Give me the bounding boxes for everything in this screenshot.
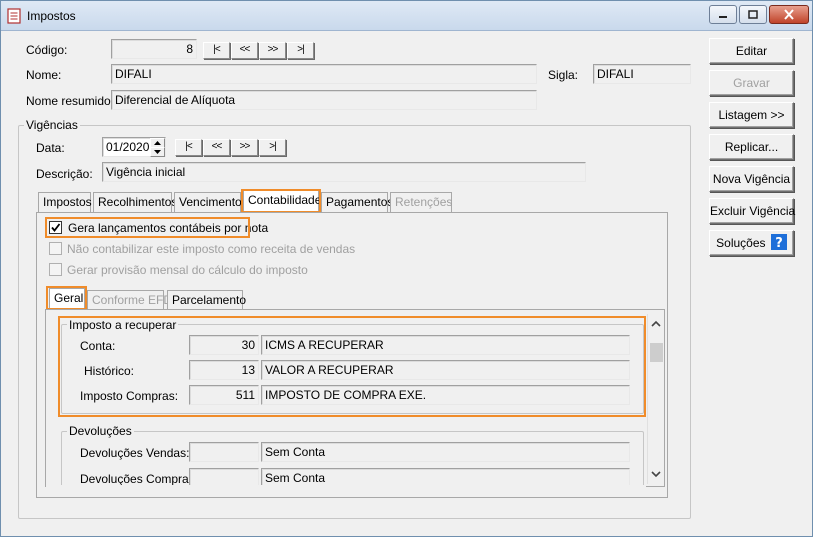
arrow-up-icon xyxy=(154,141,161,145)
tab-contabilidade[interactable]: Contabilidade xyxy=(243,190,321,212)
vigencias-title: Vigências xyxy=(24,118,80,132)
geral-scrollbar[interactable] xyxy=(647,314,664,484)
devolucoes-title: Devoluções xyxy=(67,424,134,438)
conta-label: Conta: xyxy=(80,339,116,353)
svg-text:?: ? xyxy=(775,236,783,250)
gera-lancamentos-checkbox[interactable] xyxy=(49,221,62,234)
gerar-provisao-checkbox[interactable] xyxy=(49,263,62,276)
devolucoes-vendas-code-field[interactable] xyxy=(189,442,259,462)
historico-code-field[interactable]: 13 xyxy=(189,360,259,380)
scroll-clip xyxy=(46,485,646,497)
nao-contabilizar-checkbox[interactable] xyxy=(49,242,62,255)
excluir-vigencia-button[interactable]: Excluir Vigência xyxy=(709,198,795,224)
scroll-down-icon[interactable] xyxy=(648,466,664,482)
gera-lancamentos-label: Gera lançamentos contábeis por nota xyxy=(68,221,269,235)
replicar-button[interactable]: Replicar... xyxy=(709,134,794,160)
scroll-up-icon[interactable] xyxy=(648,316,664,332)
listagem-button[interactable]: Listagem >> xyxy=(709,102,794,128)
data-label: Data: xyxy=(36,141,65,155)
conta-code-field[interactable]: 30 xyxy=(189,335,259,355)
subtab-geral[interactable]: Geral xyxy=(49,288,85,309)
checkmark-icon xyxy=(51,223,61,232)
arrow-down-icon xyxy=(154,150,161,154)
tab-impostos[interactable]: Impostos xyxy=(38,192,92,212)
subtab-parcelamento[interactable]: Parcelamento xyxy=(167,290,246,310)
subtab-conforme-efd[interactable]: Conforme EFD xyxy=(87,290,172,310)
imposto-compras-code-field[interactable]: 511 xyxy=(189,385,259,405)
nome-resumido-field[interactable]: Diferencial de Alíquota xyxy=(111,90,537,110)
nome-label: Nome: xyxy=(26,68,62,82)
imposto-recuperar-title: Imposto a recuperar xyxy=(67,318,179,332)
codigo-first-button[interactable]: |< xyxy=(203,42,230,59)
window-title: Impostos xyxy=(27,9,76,23)
codigo-label: Código: xyxy=(26,43,68,57)
solucoes-label: Soluções xyxy=(716,236,766,250)
historico-label: Histórico: xyxy=(84,364,135,378)
codigo-last-button[interactable]: >| xyxy=(287,42,314,59)
gravar-button[interactable]: Gravar xyxy=(709,70,794,96)
devolucoes-vendas-desc-field[interactable]: Sem Conta xyxy=(261,442,630,462)
gerar-provisao-label: Gerar provisão mensal do cálculo do impo… xyxy=(67,263,308,277)
help-icon: ? xyxy=(770,234,787,251)
sigla-label: Sigla: xyxy=(548,68,579,82)
nao-contabilizar-label: Não contabilizar este imposto como recei… xyxy=(67,242,356,256)
codigo-next-button[interactable]: >> xyxy=(259,42,286,59)
devolucoes-vendas-label: Devoluções Vendas: xyxy=(80,446,190,460)
vigencia-first-button[interactable]: |< xyxy=(175,139,202,156)
imposto-compras-label: Imposto Compras: xyxy=(80,389,179,403)
editar-button[interactable]: Editar xyxy=(709,38,794,64)
historico-desc-field[interactable]: VALOR A RECUPERAR xyxy=(261,360,630,380)
descricao-label: Descrição: xyxy=(36,167,93,181)
devolucoes-compras-label: Devoluções Compras: xyxy=(80,472,199,486)
maximize-button[interactable] xyxy=(739,5,767,24)
nova-vigencia-button[interactable]: Nova Vigência xyxy=(709,166,794,192)
close-button[interactable] xyxy=(769,5,809,24)
vigencia-prev-button[interactable]: << xyxy=(203,139,230,156)
tab-retencoes[interactable]: Retenções xyxy=(390,192,452,212)
document-icon xyxy=(7,8,21,24)
nome-resumido-label: Nome resumido: xyxy=(26,94,115,108)
title-bar: Impostos xyxy=(1,1,812,31)
nome-field[interactable]: DIFALI xyxy=(111,64,537,84)
vigencia-last-button[interactable]: >| xyxy=(259,139,286,156)
tab-recolhimentos[interactable]: Recolhimentos xyxy=(93,192,177,212)
conta-desc-field[interactable]: ICMS A RECUPERAR xyxy=(261,335,630,355)
data-spin-down[interactable] xyxy=(150,147,165,157)
codigo-field[interactable]: 8 xyxy=(111,39,197,59)
close-icon xyxy=(784,9,794,20)
minimize-button[interactable] xyxy=(709,5,737,24)
descricao-field[interactable]: Vigência inicial xyxy=(102,162,586,182)
minimize-icon xyxy=(719,15,727,18)
maximize-icon xyxy=(748,9,758,19)
tab-vencimento[interactable]: Vencimento xyxy=(174,192,242,212)
tab-pagamentos[interactable]: Pagamentos xyxy=(321,192,393,212)
solucoes-button[interactable]: Soluções ? xyxy=(709,230,794,256)
codigo-prev-button[interactable]: << xyxy=(231,42,258,59)
vigencia-next-button[interactable]: >> xyxy=(231,139,258,156)
imposto-compras-desc-field[interactable]: IMPOSTO DE COMPRA EXE. xyxy=(261,385,630,405)
sigla-field[interactable]: DIFALI xyxy=(593,64,691,84)
scroll-thumb[interactable] xyxy=(650,343,663,362)
impostos-window: Impostos Código: 8 |< << >> >| Nome: DIF… xyxy=(0,0,813,537)
